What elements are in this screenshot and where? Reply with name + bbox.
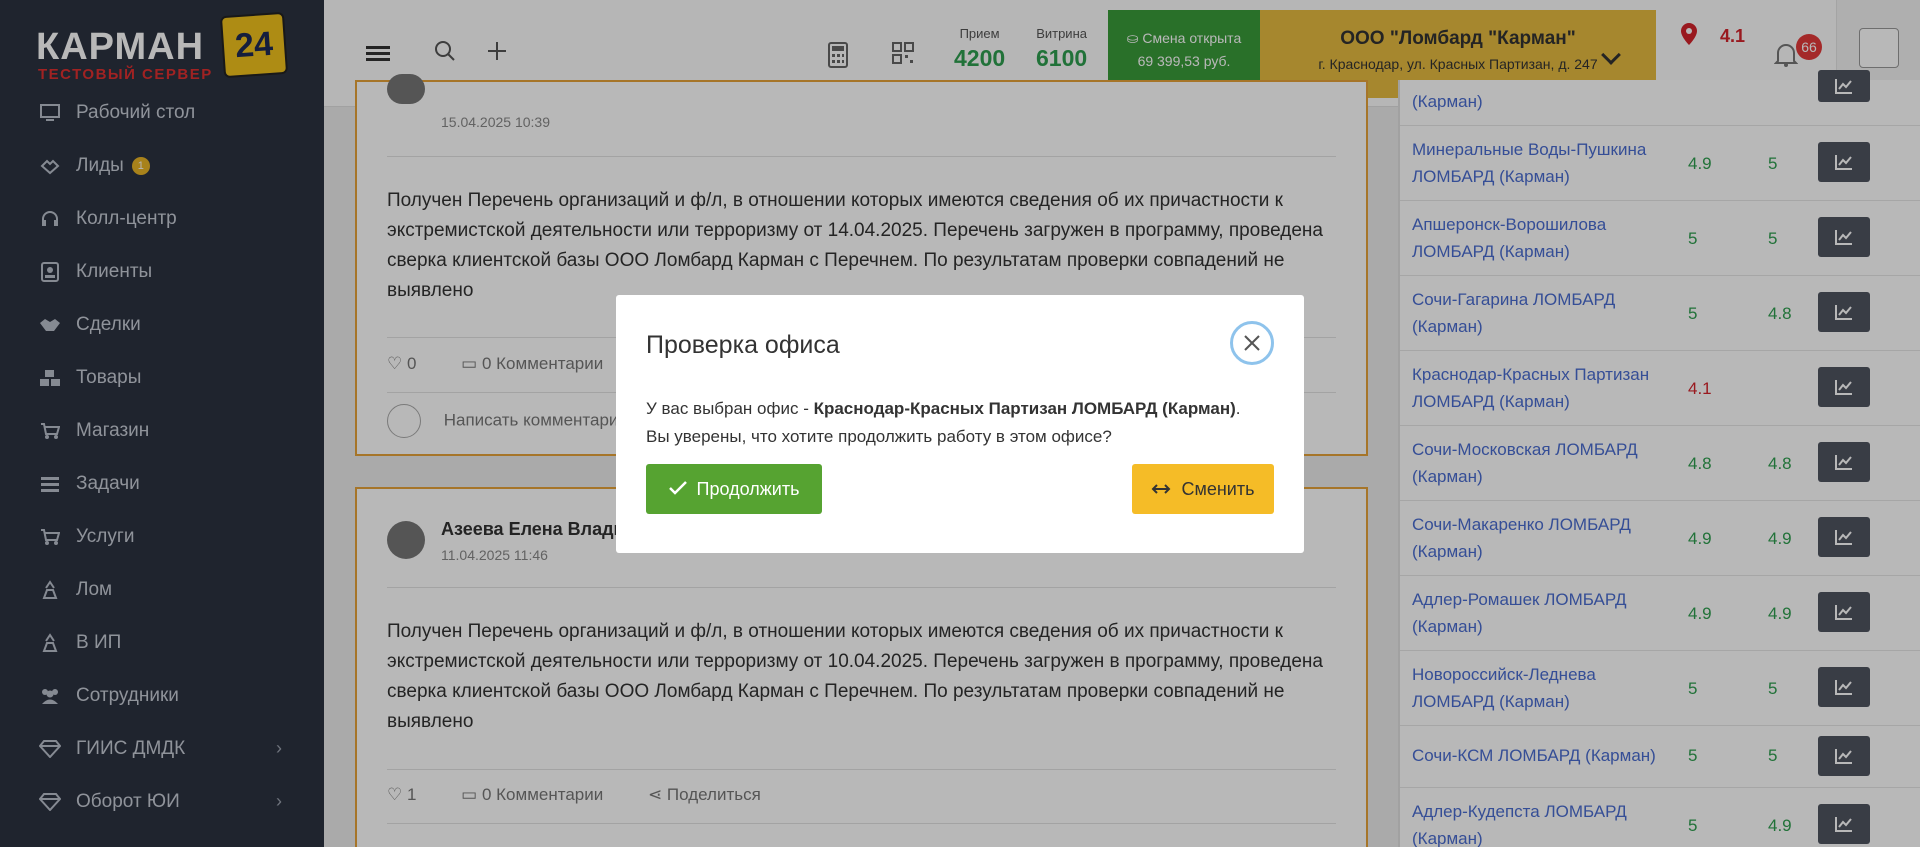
modal-text-suffix: . <box>1235 399 1241 418</box>
office-check-modal: Проверка офиса У вас выбран офис - Красн… <box>616 295 1304 553</box>
close-icon <box>1244 335 1260 351</box>
continue-label: Продолжить <box>696 478 800 499</box>
modal-question: Вы уверены, что хотите продолжить работу… <box>646 427 1112 446</box>
swap-arrows-icon <box>1151 478 1171 501</box>
modal-title: Проверка офиса <box>646 331 840 359</box>
close-button[interactable] <box>1230 321 1274 365</box>
modal-body: У вас выбран офис - Краснодар-Красных Па… <box>646 395 1286 451</box>
check-icon <box>668 478 687 501</box>
modal-text-prefix: У вас выбран офис - <box>646 399 814 418</box>
change-button[interactable]: Сменить <box>1132 464 1274 514</box>
continue-button[interactable]: Продолжить <box>646 464 822 514</box>
change-label: Сменить <box>1181 478 1255 499</box>
selected-office: Краснодар-Красных Партизан ЛОМБАРД (Карм… <box>813 399 1236 418</box>
